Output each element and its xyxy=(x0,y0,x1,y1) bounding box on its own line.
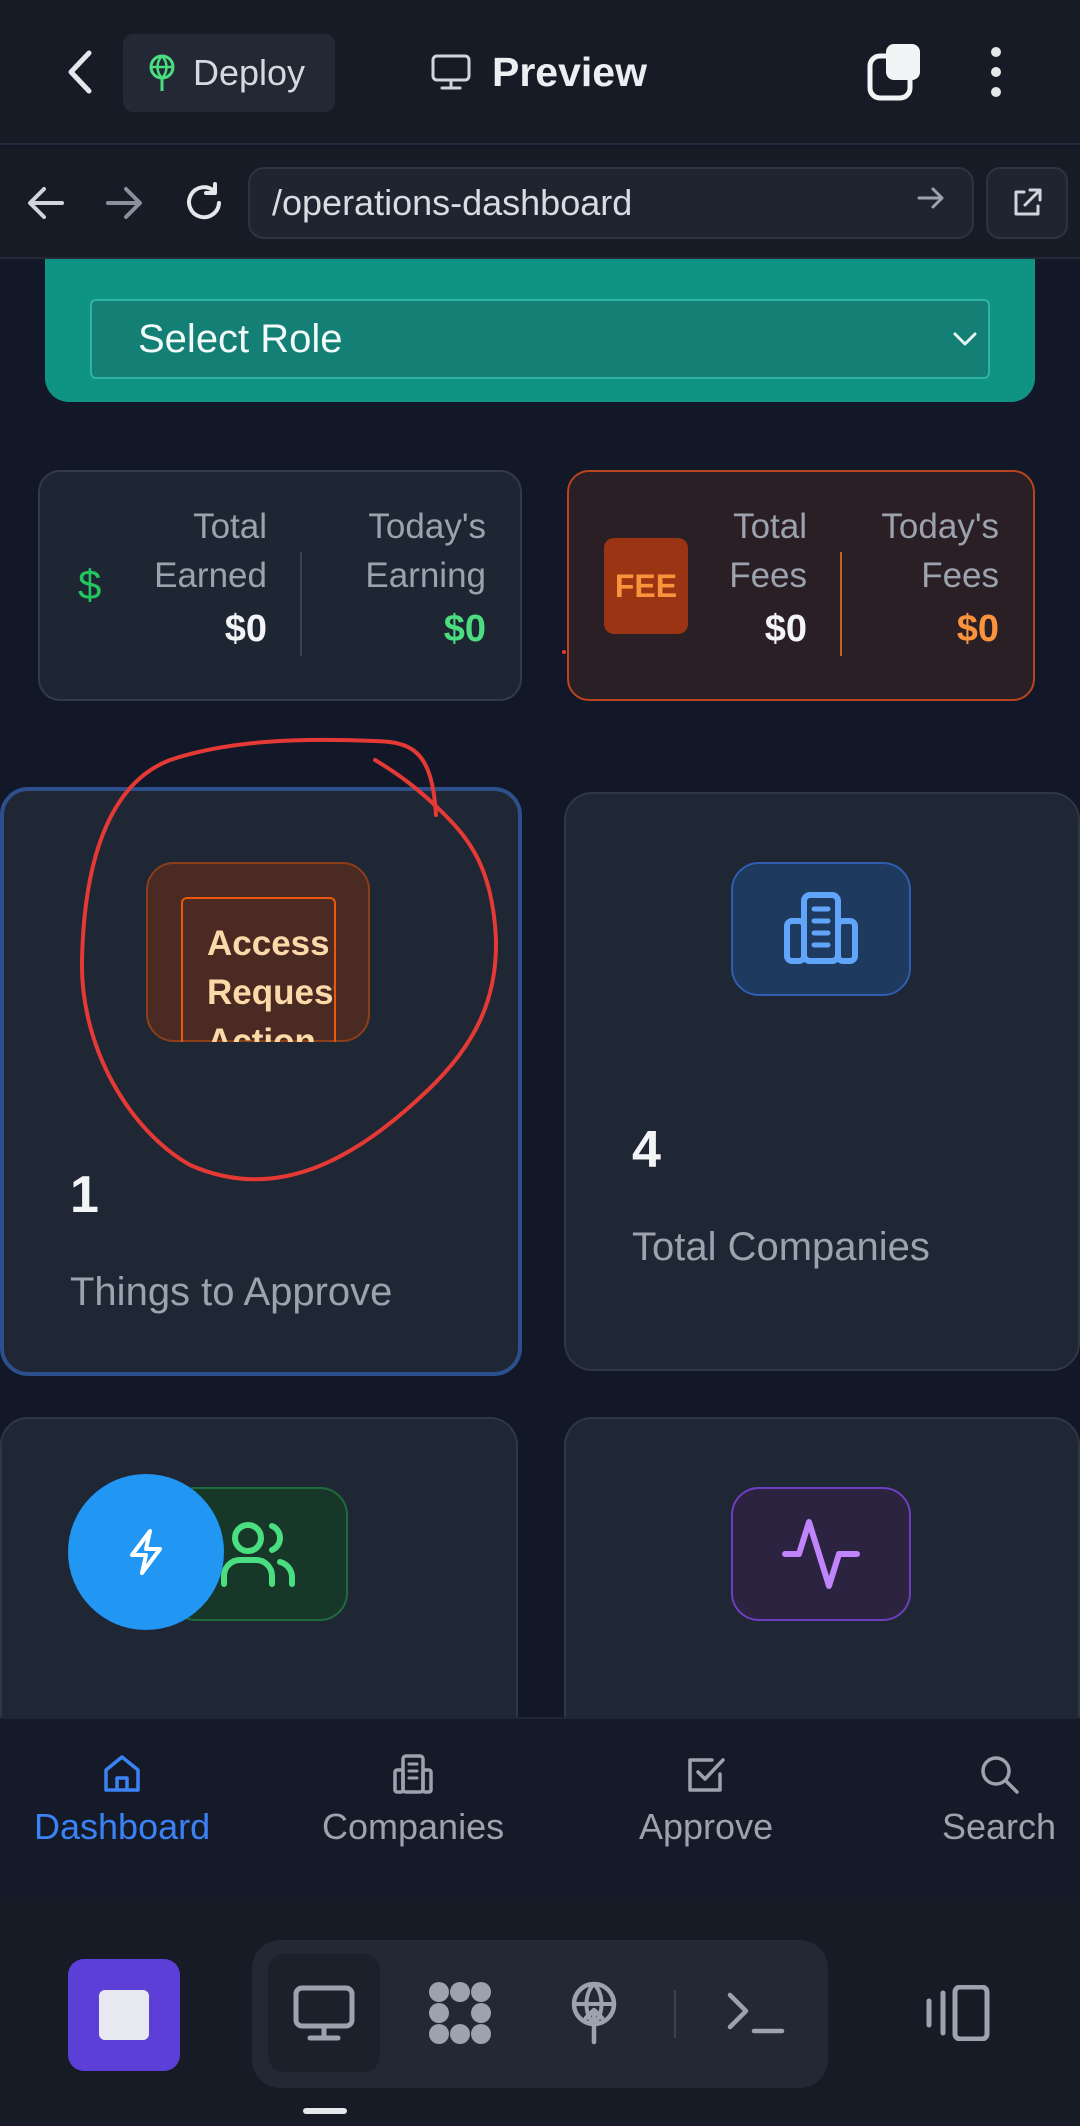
building-icon xyxy=(393,1754,433,1794)
search-icon xyxy=(981,1756,1019,1794)
nodes-icon xyxy=(429,1982,491,2044)
nav-label: Dashboard xyxy=(34,1806,211,1847)
more-options-button[interactable] xyxy=(970,40,1022,104)
stat-label: Earned xyxy=(154,556,267,595)
more-dot-icon xyxy=(991,87,1001,97)
today-earning-value: $0 xyxy=(443,608,486,650)
device-layout-icon xyxy=(926,1985,990,2041)
quick-action-button[interactable] xyxy=(68,1474,224,1630)
today-fees-value: $0 xyxy=(956,608,999,650)
nav-approve[interactable]: Approve xyxy=(639,1752,773,1848)
desktop-view-button[interactable] xyxy=(268,1954,380,2072)
more-dot-icon xyxy=(991,47,1001,57)
preview-title-text: Preview xyxy=(492,48,647,95)
more-dot-icon xyxy=(991,67,1001,77)
deploy-label: Deploy xyxy=(193,52,306,93)
activity-icon xyxy=(731,1487,911,1621)
deploy-button[interactable]: Deploy xyxy=(123,34,335,112)
access-request-line: Action xyxy=(207,1022,316,1042)
total-fees-value: $0 xyxy=(764,608,807,650)
browser-forward-button[interactable] xyxy=(96,175,152,231)
windows-icon xyxy=(867,44,920,101)
companies-count: 4 xyxy=(632,1121,661,1179)
terminal-button[interactable] xyxy=(700,1954,812,2072)
home-icon xyxy=(104,1755,140,1792)
stat-divider xyxy=(300,552,302,656)
dock-separator xyxy=(674,1990,676,2038)
role-select[interactable]: Select Role xyxy=(90,299,990,379)
chevron-down-icon xyxy=(948,322,982,356)
companies-label: Total Companies xyxy=(632,1225,930,1269)
stat-label: Earning xyxy=(365,556,486,595)
nav-dashboard[interactable]: Dashboard xyxy=(34,1752,210,1848)
stat-divider xyxy=(840,552,842,656)
nav-label: Approve xyxy=(639,1806,774,1847)
approve-count: 1 xyxy=(70,1166,99,1224)
monitor-icon xyxy=(431,54,471,90)
dollar-icon: $ xyxy=(78,561,102,608)
nav-companies[interactable]: Companies xyxy=(322,1752,504,1848)
device-layout-button[interactable] xyxy=(900,1954,1012,2072)
fee-badge-text: FEE xyxy=(614,567,678,604)
approve-label: Things to Approve xyxy=(70,1270,393,1314)
nav-label: Companies xyxy=(322,1806,505,1847)
access-request-label: Access Request Action xyxy=(181,897,336,1042)
deploy-dock-button[interactable] xyxy=(538,1954,650,2072)
url-input[interactable]: /operations-dashboard xyxy=(248,167,974,239)
home-indicator xyxy=(303,2108,347,2114)
open-external-button[interactable] xyxy=(986,167,1068,239)
monitor-icon xyxy=(293,1985,355,2041)
url-go-button[interactable] xyxy=(916,183,956,223)
deploy-icon xyxy=(571,1981,617,2045)
stop-button[interactable] xyxy=(68,1959,180,2071)
integrations-button[interactable] xyxy=(404,1954,516,2072)
access-request-line: Access xyxy=(207,924,330,963)
chevron-left-icon xyxy=(68,50,92,94)
today-earning-stat: Today's Earning $0 xyxy=(365,502,486,658)
browser-back-button[interactable] xyxy=(18,175,74,231)
nav-search[interactable]: Search xyxy=(942,1752,1056,1848)
check-square-icon xyxy=(688,1758,725,1792)
stop-icon xyxy=(99,1990,149,2040)
today-fees-stat: Today's Fees $0 xyxy=(881,502,999,658)
url-text: /operations-dashboard xyxy=(272,182,633,223)
access-request-line: Request xyxy=(207,973,336,1012)
role-select-value: Select Role xyxy=(138,316,343,361)
deploy-icon xyxy=(149,54,175,91)
stat-label: Today's xyxy=(368,507,486,546)
nav-label: Search xyxy=(942,1806,1057,1847)
back-button[interactable] xyxy=(50,40,110,104)
stat-label: Fees xyxy=(729,556,807,595)
stat-label: Total xyxy=(733,507,807,546)
total-earned-value: $0 xyxy=(224,608,267,650)
building-icon xyxy=(731,862,911,996)
total-fees-stat: Total Fees $0 xyxy=(729,502,807,658)
total-earned-stat: Total Earned $0 xyxy=(154,502,267,658)
stat-label: Fees xyxy=(921,556,999,595)
external-link-icon xyxy=(1014,188,1042,216)
preview-title: Preview xyxy=(430,40,647,104)
arrow-right-icon xyxy=(917,187,944,209)
lightning-icon xyxy=(130,1529,162,1575)
arrow-left-icon xyxy=(28,187,64,219)
terminal-icon xyxy=(727,1992,785,2034)
stat-label: Today's xyxy=(881,507,999,546)
arrow-right-icon xyxy=(106,187,142,219)
fee-badge: FEE xyxy=(604,538,688,634)
stat-label: Total xyxy=(193,507,267,546)
windows-button[interactable] xyxy=(866,42,922,102)
reload-button[interactable] xyxy=(176,175,232,231)
reload-icon xyxy=(187,182,221,220)
